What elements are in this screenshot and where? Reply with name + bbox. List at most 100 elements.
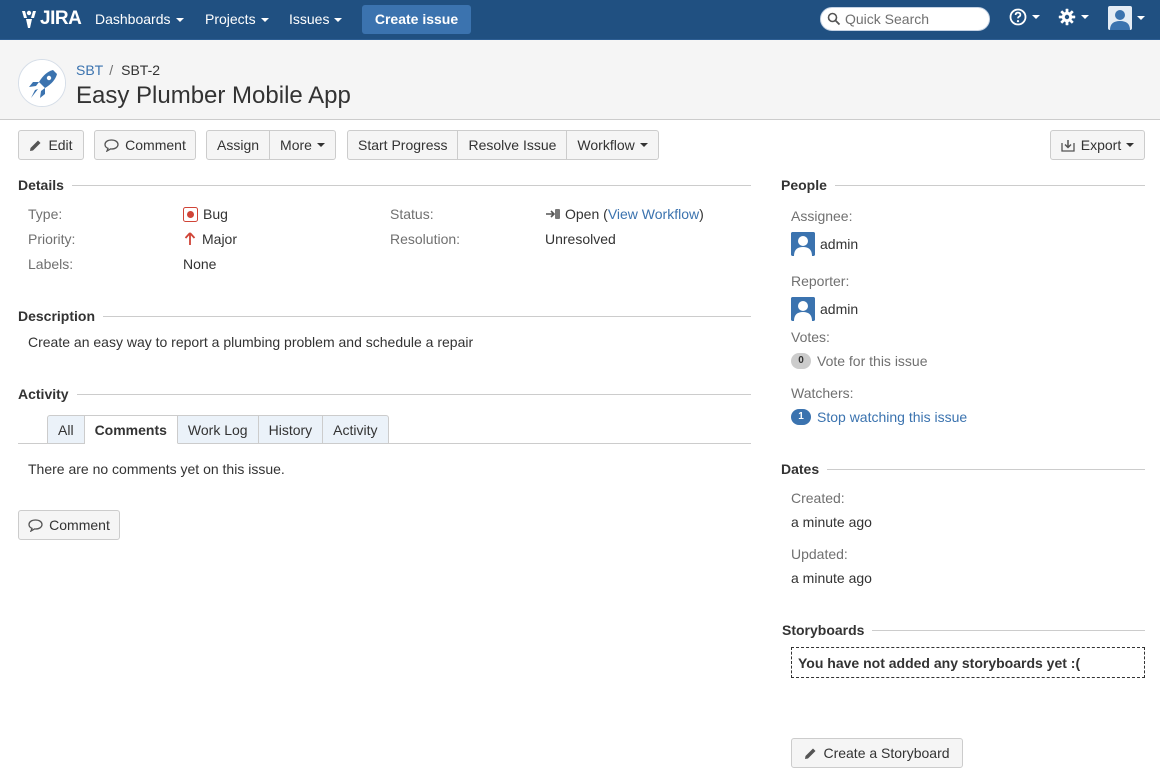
description-text[interactable]: Create an easy way to report a plumbing …: [28, 334, 473, 350]
assign-more-group: Assign More: [206, 130, 336, 160]
activity-title[interactable]: Activity: [18, 386, 77, 402]
status-close-paren: ): [699, 206, 704, 222]
edit-button-label: Edit: [48, 137, 73, 153]
people-title[interactable]: People: [781, 177, 835, 193]
nav-dashboards-label: Dashboards: [95, 11, 171, 27]
reporter-value[interactable]: admin: [791, 297, 858, 321]
edit-button[interactable]: Edit: [18, 130, 84, 160]
chevron-down-icon: [175, 18, 184, 23]
settings-menu[interactable]: [1058, 8, 1089, 26]
labels-value[interactable]: None: [183, 256, 216, 272]
top-navigation-bar: JIRA Dashboards Projects Issues Create i…: [0, 0, 1160, 40]
tab-comments[interactable]: Comments: [84, 415, 178, 444]
dates-title[interactable]: Dates: [781, 461, 827, 477]
view-workflow-link[interactable]: View Workflow: [608, 206, 699, 222]
quick-search: [820, 7, 990, 31]
resolution-value: Unresolved: [545, 231, 616, 247]
chevron-down-icon: [1081, 15, 1089, 19]
chevron-down-icon: [260, 18, 269, 23]
created-value: a minute ago: [791, 514, 872, 530]
stop-watching-link: Stop watching this issue: [817, 409, 968, 425]
reporter-name: admin: [820, 301, 859, 317]
tab-all[interactable]: All: [47, 415, 85, 444]
workflow-button-label: Workflow: [577, 137, 635, 153]
chevron-down-icon: [316, 143, 325, 147]
nav-dashboards[interactable]: Dashboards: [95, 0, 184, 40]
speech-bubble-icon: [28, 518, 43, 532]
status-value: Open (View Workflow): [545, 206, 704, 222]
votes-label: Votes:: [791, 329, 830, 345]
votes-count-badge: 0: [791, 353, 811, 369]
status-value-text: Open: [565, 206, 600, 222]
tab-history[interactable]: History: [258, 415, 324, 444]
updated-value: a minute ago: [791, 570, 872, 586]
divider: [834, 184, 1145, 186]
watch-action[interactable]: 1 Stop watching this issue: [791, 409, 967, 425]
create-issue-button[interactable]: Create issue: [362, 5, 471, 34]
jira-logo[interactable]: JIRA: [19, 8, 82, 30]
description-title[interactable]: Description: [18, 308, 103, 324]
help-menu[interactable]: [1009, 8, 1040, 26]
divider: [827, 468, 1145, 470]
assignee-label: Assignee:: [791, 208, 853, 224]
search-input[interactable]: [845, 10, 985, 28]
chevron-down-icon: [1126, 143, 1135, 147]
assignee-name: admin: [820, 236, 859, 252]
export-icon: [1061, 139, 1075, 152]
vote-action[interactable]: 0 Vote for this issue: [791, 353, 928, 369]
breadcrumb-issue-key[interactable]: SBT-2: [121, 62, 160, 78]
resolve-issue-button[interactable]: Resolve Issue: [457, 131, 566, 159]
divider: [872, 629, 1145, 631]
breadcrumb: SBT / SBT-2: [76, 62, 160, 78]
project-avatar[interactable]: [18, 59, 66, 107]
help-icon: [1009, 8, 1027, 26]
chevron-down-icon: [639, 143, 648, 147]
speech-bubble-icon: [104, 138, 119, 152]
tab-work-log[interactable]: Work Log: [177, 415, 259, 444]
issue-summary[interactable]: Easy Plumber Mobile App: [76, 82, 351, 110]
type-value-text: Bug: [203, 206, 228, 222]
start-progress-button[interactable]: Start Progress: [348, 131, 457, 159]
add-comment-button[interactable]: Comment: [18, 510, 120, 540]
nav-projects[interactable]: Projects: [205, 0, 269, 40]
watchers-count-badge: 1: [791, 409, 811, 425]
chevron-down-icon: [1032, 15, 1040, 19]
rocket-icon: [19, 60, 65, 106]
people-heading: People: [781, 177, 1145, 193]
nav-issues[interactable]: Issues: [289, 0, 343, 40]
jira-logo-icon: [22, 10, 36, 28]
assign-button[interactable]: Assign: [207, 131, 269, 159]
priority-value[interactable]: Major: [183, 231, 237, 247]
divider: [76, 393, 751, 395]
arrow-up-icon: [184, 232, 196, 245]
storyboards-heading: Storyboards: [782, 622, 1145, 638]
more-button[interactable]: More: [269, 131, 335, 159]
avatar: [791, 297, 815, 321]
workflow-button[interactable]: Workflow: [566, 131, 657, 159]
nav-issues-label: Issues: [289, 11, 330, 27]
status-label: Status:: [390, 206, 434, 222]
tab-activity[interactable]: Activity: [323, 415, 389, 444]
create-storyboard-button[interactable]: Create a Storyboard: [791, 738, 963, 768]
assignee-value[interactable]: admin: [791, 232, 858, 256]
type-value[interactable]: Bug: [183, 206, 228, 222]
pencil-icon: [804, 747, 817, 760]
details-title[interactable]: Details: [18, 177, 72, 193]
labels-label: Labels:: [28, 256, 74, 272]
export-button[interactable]: Export: [1050, 130, 1145, 160]
breadcrumb-project-link[interactable]: SBT: [76, 62, 103, 78]
issue-header: SBT / SBT-2 Easy Plumber Mobile App: [0, 40, 1160, 120]
updated-label: Updated:: [791, 546, 848, 562]
pencil-icon: [29, 139, 42, 152]
comment-button[interactable]: Comment: [94, 130, 196, 160]
gear-icon: [1058, 8, 1076, 26]
storyboards-title[interactable]: Storyboards: [782, 622, 872, 638]
user-menu[interactable]: [1108, 6, 1145, 30]
more-button-label: More: [280, 137, 312, 153]
bug-icon: [183, 206, 198, 222]
dates-heading: Dates: [781, 461, 1145, 477]
vote-text: Vote for this issue: [817, 353, 928, 369]
jira-logo-text: JIRA: [40, 8, 82, 29]
chevron-down-icon: [1137, 16, 1145, 20]
type-label: Type:: [28, 206, 63, 222]
